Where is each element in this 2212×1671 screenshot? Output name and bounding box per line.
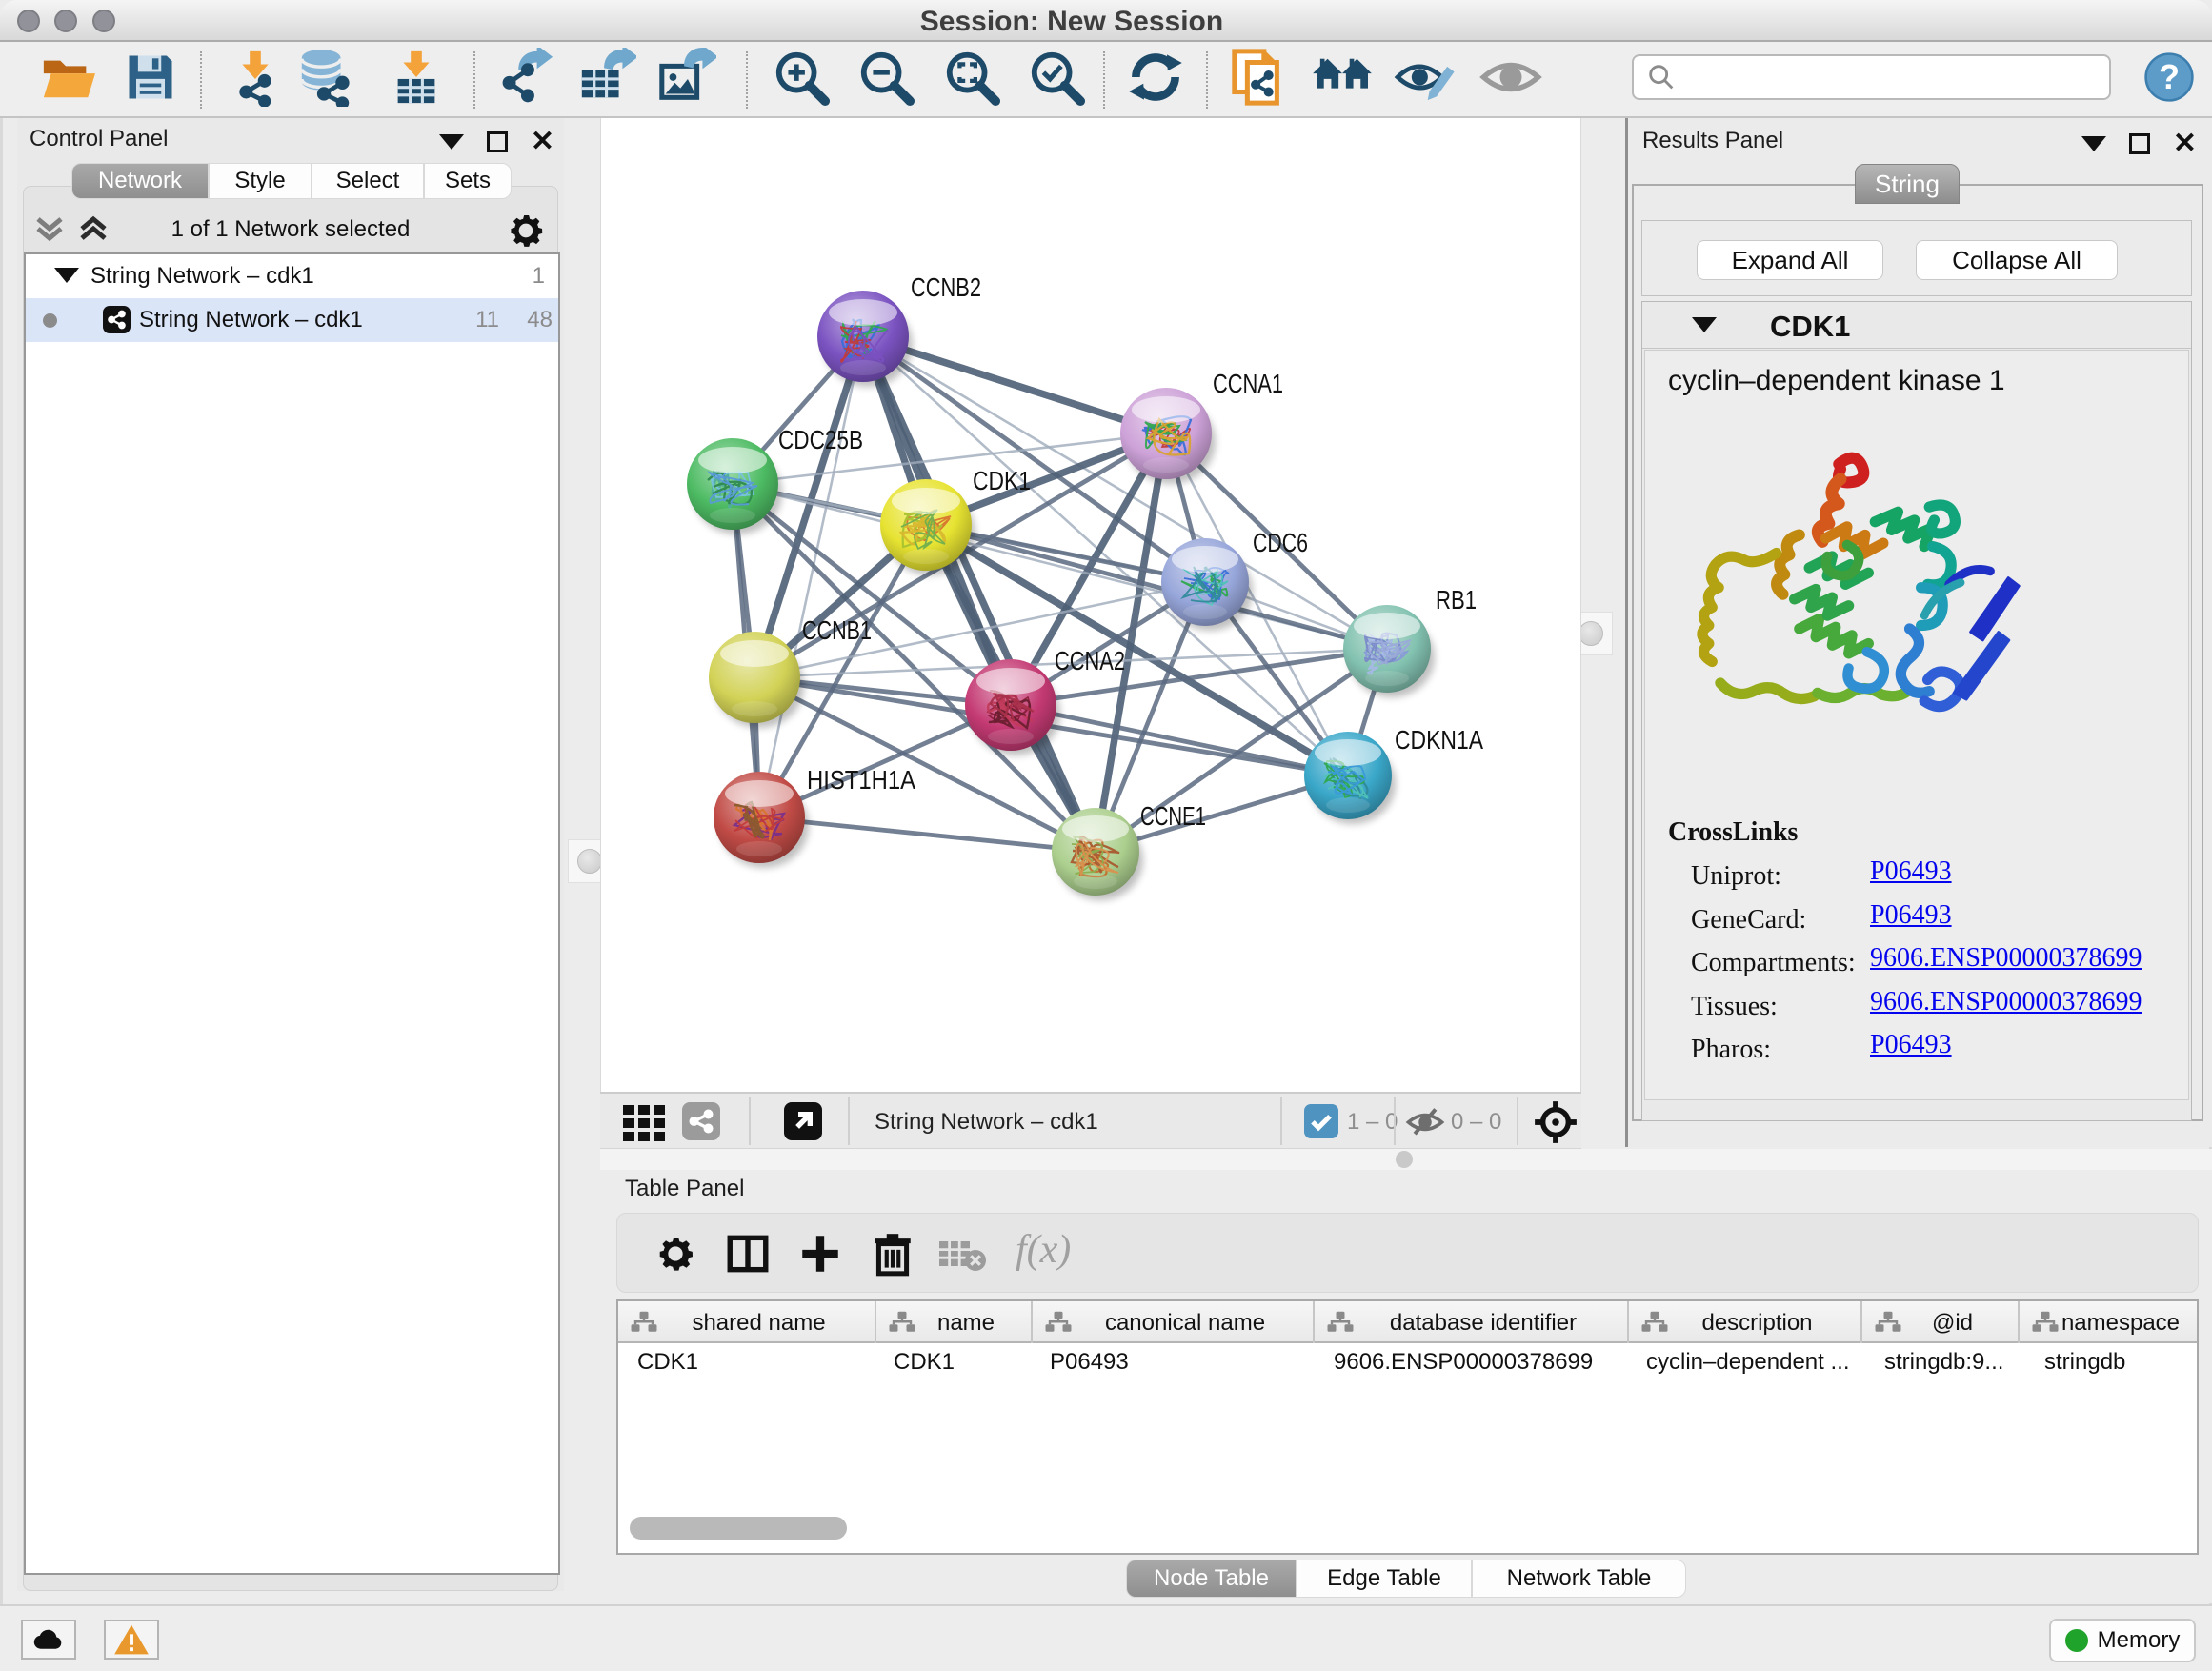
svg-text:CCNE1: CCNE1 [1140,801,1206,831]
svg-text:CCNA1: CCNA1 [1213,369,1283,398]
svg-text:CCNB2: CCNB2 [911,272,981,302]
svg-text:CCNA2: CCNA2 [1055,646,1125,675]
svg-text:CDC25B: CDC25B [778,425,863,454]
svg-text:HIST1H1A: HIST1H1A [807,765,915,795]
svg-text:RB1: RB1 [1436,585,1477,614]
svg-text:?: ? [2159,58,2180,96]
svg-text:CDK1: CDK1 [973,466,1031,495]
svg-text:CDC6: CDC6 [1253,528,1308,557]
svg-text:CCNB1: CCNB1 [802,615,872,645]
svg-text:CDKN1A: CDKN1A [1395,725,1483,755]
